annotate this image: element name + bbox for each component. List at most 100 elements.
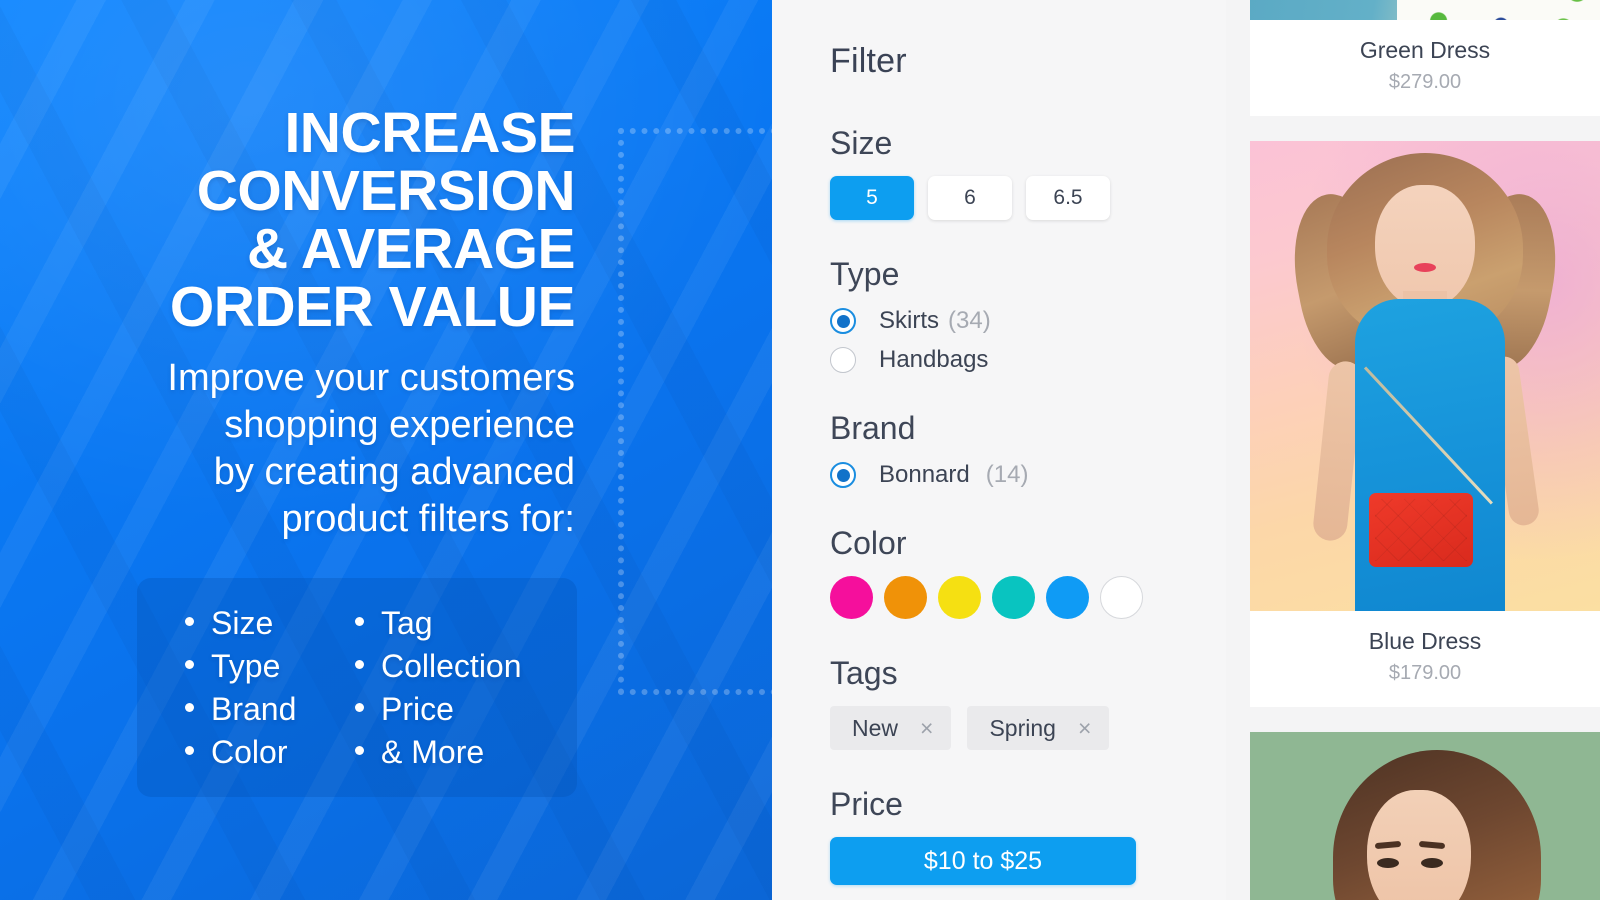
headline-line-3: & AVERAGE: [246, 217, 576, 281]
bullet-item: Price: [355, 688, 522, 731]
brand-option-count: (14): [985, 461, 1029, 488]
brand-option-label: Bonnard: [879, 461, 970, 488]
subhead-line-1: Improve your customers: [167, 357, 575, 399]
type-option-label: Handbags: [879, 346, 989, 373]
bullet-dot-icon: [185, 746, 194, 755]
bullet-dot-icon: [355, 746, 364, 755]
type-option-handbags[interactable]: Handbags: [830, 346, 1226, 374]
product-card-body: Green Dress $279.00: [1250, 20, 1600, 116]
bullet-label: Color: [211, 734, 288, 770]
product-card[interactable]: Blue Dress $179.00: [1250, 141, 1600, 707]
bullet-label: Brand: [211, 691, 297, 727]
close-icon[interactable]: ×: [1078, 716, 1091, 740]
brand-option-bonnard[interactable]: Bonnard (14): [830, 461, 1226, 489]
product-card-body: Blue Dress $179.00: [1250, 611, 1600, 707]
type-section-label: Type: [830, 256, 900, 292]
promo-screenshot: INCREASE CONVERSION & AVERAGE ORDER VALU…: [0, 0, 1600, 900]
product-card[interactable]: [1250, 732, 1600, 900]
bullet-item: Type: [185, 645, 355, 688]
type-option-label: Skirts: [879, 307, 939, 334]
size-option-button[interactable]: 6: [928, 176, 1012, 220]
bullet-item: Tag: [355, 602, 522, 645]
tag-chip-new[interactable]: New ×: [830, 706, 952, 750]
headline-line-2: CONVERSION: [196, 159, 576, 223]
bullet-label: Price: [381, 691, 454, 727]
product-price: $179.00: [1388, 662, 1462, 684]
color-swatch-white[interactable]: [1100, 576, 1143, 619]
product-image-blue-dress: [1250, 141, 1600, 611]
bullet-item: Collection: [355, 645, 522, 688]
bullet-item: Brand: [185, 688, 355, 731]
promo-subheadline: Improve your customers shopping experien…: [0, 355, 575, 543]
type-option-skirts[interactable]: Skirts (34): [830, 307, 1226, 335]
bullet-label: Type: [211, 648, 281, 684]
color-swatch-blue[interactable]: [1046, 576, 1089, 619]
headline-line-4: ORDER VALUE: [169, 275, 576, 339]
color-swatch-magenta[interactable]: [830, 576, 873, 619]
close-icon[interactable]: ×: [920, 716, 933, 740]
subhead-line-3: by creating advanced: [213, 451, 575, 493]
bullet-dot-icon: [185, 660, 194, 669]
product-image-third: [1250, 732, 1600, 900]
bullet-label: & More: [381, 734, 485, 770]
radio-button-icon[interactable]: [830, 462, 856, 488]
product-name: Green Dress: [1359, 37, 1491, 63]
color-swatch-list: [830, 576, 1226, 619]
tags-section-label: Tags: [830, 655, 898, 691]
bullet-dot-icon: [355, 660, 364, 669]
bullet-column-right: Tag Collection Price & More: [355, 602, 522, 797]
page-title: INCREASE CONVERSION & AVERAGE ORDER VALU…: [0, 101, 576, 339]
bullet-label: Collection: [381, 648, 522, 684]
color-swatch-yellow[interactable]: [938, 576, 981, 619]
product-card[interactable]: Green Dress $279.00: [1250, 0, 1600, 116]
filter-section-brand: Brand Bonnard (14): [830, 410, 1226, 489]
radio-button-icon[interactable]: [830, 308, 856, 334]
radio-button-icon[interactable]: [830, 347, 856, 373]
bullet-item: & More: [355, 731, 522, 774]
price-section-label: Price: [830, 786, 903, 822]
product-image-green-dress: [1250, 0, 1600, 20]
size-options: 5 6 6.5: [830, 176, 1226, 220]
color-swatch-teal[interactable]: [992, 576, 1035, 619]
bullet-dot-icon: [355, 617, 364, 626]
bullet-item: Size: [185, 602, 355, 645]
size-section-label: Size: [830, 125, 893, 161]
bullet-dot-icon: [185, 703, 194, 712]
filter-section-color: Color: [830, 525, 1226, 619]
bullet-item: Color: [185, 731, 355, 774]
filter-section-price: Price $10 to $25: [830, 786, 1226, 885]
promo-panel: INCREASE CONVERSION & AVERAGE ORDER VALU…: [0, 0, 772, 900]
size-option-button[interactable]: 5: [830, 176, 914, 220]
model-eye-right: [1421, 858, 1443, 868]
product-name: Blue Dress: [1368, 628, 1482, 654]
tag-chip-list: New × Spring ×: [830, 706, 1226, 750]
feature-bullet-card: Size Type Brand Color Tag Collection Pri…: [137, 578, 577, 797]
model-lips: [1414, 263, 1436, 272]
type-option-count: (34): [948, 307, 991, 334]
brand-section-label: Brand: [830, 410, 916, 446]
tag-chip-spring[interactable]: Spring ×: [967, 706, 1110, 750]
bullet-dot-icon: [185, 617, 194, 626]
bullet-label: Tag: [381, 605, 433, 641]
color-section-label: Color: [830, 525, 907, 561]
tag-chip-label: New: [852, 714, 899, 741]
promo-content: INCREASE CONVERSION & AVERAGE ORDER VALU…: [0, 0, 772, 543]
model-eye-left: [1377, 858, 1399, 868]
product-grid: Green Dress $279.00 Blue Dress $179.00: [1226, 0, 1600, 900]
size-option-button[interactable]: 6.5: [1026, 176, 1110, 220]
filter-panel-title: Filter: [830, 42, 907, 80]
filter-section-tags: Tags New × Spring ×: [830, 655, 1226, 750]
bullet-column-left: Size Type Brand Color: [185, 602, 355, 797]
bullet-dot-icon: [355, 703, 364, 712]
price-range-button[interactable]: $10 to $25: [830, 837, 1136, 885]
filter-sidebar: Filter Size 5 6 6.5 Type Skirts (34) Han…: [772, 0, 1226, 900]
floral-pattern: [1397, 0, 1600, 20]
filter-section-type: Type Skirts (34) Handbags: [830, 256, 1226, 374]
color-swatch-orange[interactable]: [884, 576, 927, 619]
filter-section-size: Size 5 6 6.5: [830, 125, 1226, 220]
product-price: $279.00: [1388, 71, 1462, 93]
headline-line-1: INCREASE: [284, 101, 575, 165]
bullet-label: Size: [211, 605, 274, 641]
tag-chip-label: Spring: [989, 714, 1056, 741]
subhead-line-4: product filters for:: [281, 498, 575, 540]
